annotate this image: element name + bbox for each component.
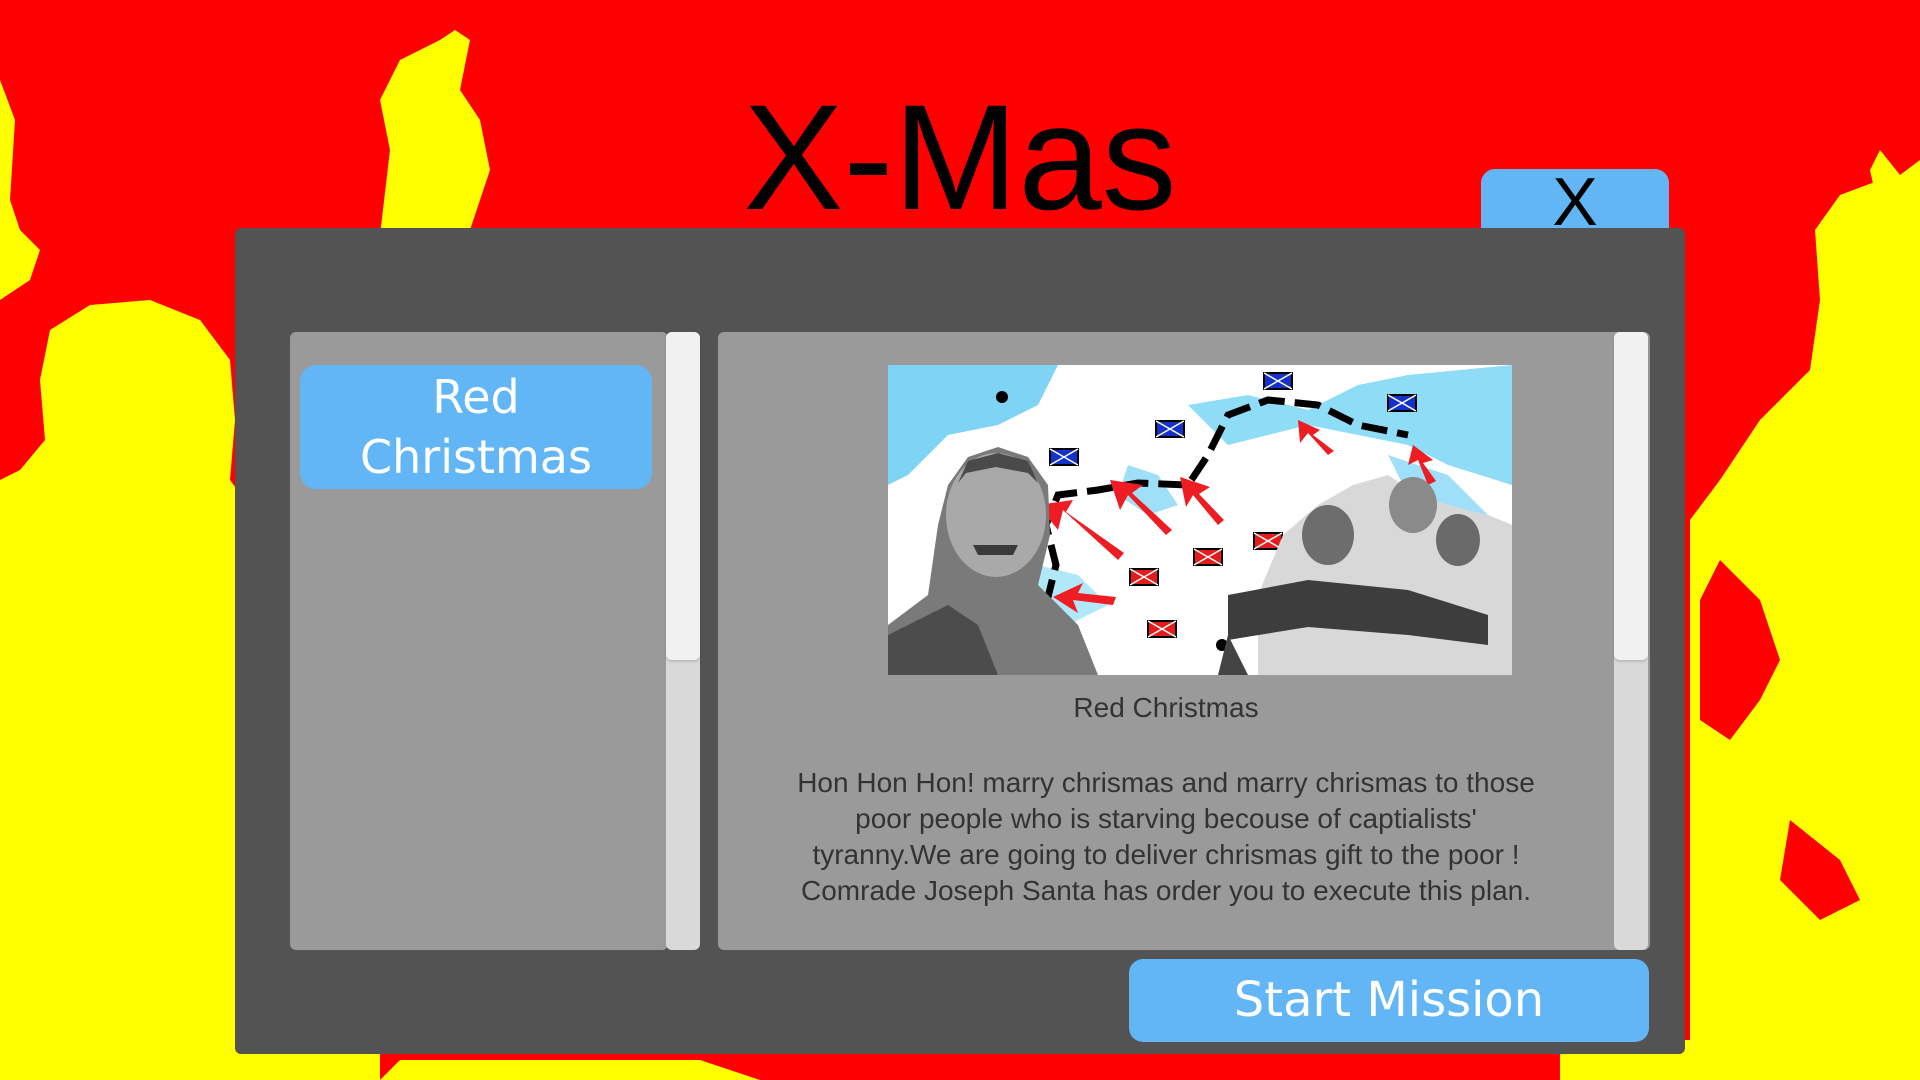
mission-image: [888, 365, 1512, 675]
mission-name: Red Christmas: [1073, 692, 1259, 723]
mission-list-scroll-thumb[interactable]: [666, 332, 700, 660]
mission-description: Hon Hon Hon! marry chrismas and marry ch…: [797, 767, 1535, 906]
mission-list-item-red-christmas[interactable]: Red Christmas: [300, 365, 652, 489]
mission-list-panel: Red Christmas: [290, 332, 700, 950]
mission-detail-panel: Red Christmas Hon Hon Hon! marry chrisma…: [718, 332, 1650, 950]
mission-list-item-label: Red Christmas: [360, 370, 592, 484]
mission-detail-scroll-thumb[interactable]: [1614, 332, 1648, 660]
menu-screen: X-Mas X Red Christmas Red Christmas Hon …: [0, 0, 1920, 1080]
start-mission-button[interactable]: Start Mission: [1129, 959, 1649, 1042]
mission-dialog: Red Christmas Red Christmas Hon Hon Hon!…: [235, 228, 1685, 1054]
mission-list-scrollbar[interactable]: [666, 332, 700, 950]
mission-detail-scrollbar[interactable]: [1614, 332, 1648, 950]
